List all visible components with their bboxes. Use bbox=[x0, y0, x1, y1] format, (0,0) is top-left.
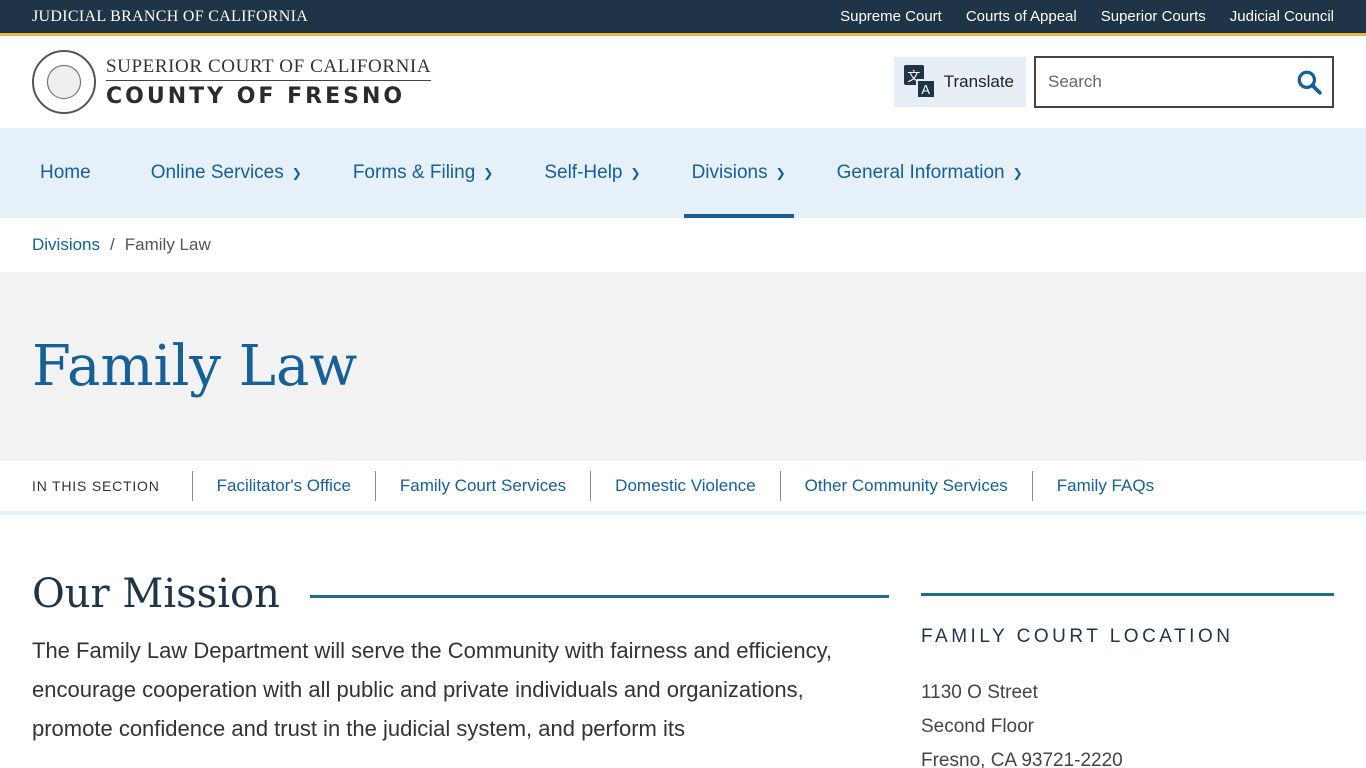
section-link-family-faqs[interactable]: Family FAQs bbox=[1031, 471, 1178, 501]
nav-label: Self-Help bbox=[544, 162, 623, 183]
chevron-down-icon: ❯ bbox=[1012, 166, 1023, 180]
sidebar-location: FAMILY COURT LOCATION 1130 O Street Seco… bbox=[921, 571, 1334, 768]
nav-home[interactable]: Home bbox=[32, 128, 99, 218]
address-line: 1130 O Street bbox=[921, 682, 1038, 703]
nav-divisions[interactable]: Divisions ❯ bbox=[683, 128, 794, 218]
address-line: Fresno, CA 93721-2220 bbox=[921, 750, 1123, 768]
location-heading: FAMILY COURT LOCATION bbox=[921, 626, 1234, 647]
nav-label: General Information bbox=[836, 162, 1005, 183]
section-nav: IN THIS SECTION Facilitator's Office Fam… bbox=[0, 461, 1366, 515]
nav-label: Home bbox=[40, 162, 91, 183]
top-links: Supreme Court Courts of Appeal Superior … bbox=[840, 8, 1334, 25]
section-link-other-community-services[interactable]: Other Community Services bbox=[779, 471, 1032, 501]
logo-text: SUPERIOR COURT OF CALIFORNIA COUNTY OF F… bbox=[106, 56, 432, 109]
translate-button[interactable]: 文A Translate bbox=[893, 57, 1026, 107]
translate-label: Translate bbox=[943, 72, 1014, 91]
logo-line-superior-court: SUPERIOR COURT OF CALIFORNIA bbox=[106, 56, 432, 81]
top-link-judicial-council[interactable]: Judicial Council bbox=[1230, 8, 1334, 25]
court-seal-icon bbox=[32, 50, 96, 114]
mission-heading: Our Mission bbox=[32, 571, 280, 617]
top-link-superior-courts[interactable]: Superior Courts bbox=[1101, 8, 1206, 25]
section-nav-label: IN THIS SECTION bbox=[32, 478, 160, 494]
top-bar: JUDICIAL BRANCH OF CALIFORNIA Supreme Co… bbox=[0, 0, 1366, 36]
search-box bbox=[1034, 56, 1334, 108]
breadcrumb: Divisions / Family Law bbox=[0, 218, 1366, 272]
location-address: 1130 O Street Second Floor Fresno, CA 93… bbox=[921, 676, 1334, 768]
nav-online-services[interactable]: Online Services ❯ bbox=[143, 128, 310, 218]
breadcrumb-current: Family Law bbox=[124, 235, 211, 254]
address-line: Second Floor bbox=[921, 716, 1035, 737]
court-logo[interactable]: SUPERIOR COURT OF CALIFORNIA COUNTY OF F… bbox=[32, 50, 432, 114]
breadcrumb-separator: / bbox=[110, 235, 115, 254]
search-input[interactable] bbox=[1036, 58, 1286, 106]
search-icon bbox=[1297, 70, 1322, 95]
mission-text: The Family Law Department will serve the… bbox=[32, 638, 833, 741]
header-tools: 文A Translate bbox=[893, 56, 1334, 108]
heading-divider bbox=[309, 594, 889, 598]
breadcrumb-divisions[interactable]: Divisions bbox=[32, 235, 100, 255]
sidebar-divider bbox=[921, 593, 1334, 596]
nav-label: Forms & Filing bbox=[352, 162, 476, 183]
translate-icon: 文A bbox=[903, 65, 936, 99]
page-content: Our Mission The Family Law Department wi… bbox=[0, 571, 1366, 768]
chevron-down-icon: ❯ bbox=[483, 166, 494, 180]
section-link-domestic-violence[interactable]: Domestic Violence bbox=[590, 471, 779, 501]
search-button[interactable] bbox=[1286, 58, 1332, 106]
section-link-facilitators-office[interactable]: Facilitator's Office bbox=[191, 471, 375, 501]
main-nav: Home Online Services ❯ Forms & Filing ❯ Se… bbox=[0, 128, 1366, 218]
nav-label: Divisions bbox=[691, 162, 768, 183]
nav-forms-filing[interactable]: Forms & Filing ❯ bbox=[345, 128, 502, 218]
page-title: Family Law bbox=[32, 334, 358, 399]
top-link-supreme-court[interactable]: Supreme Court bbox=[840, 8, 942, 25]
page-hero: Family Law bbox=[0, 272, 1366, 461]
judicial-branch-title: JUDICIAL BRANCH OF CALIFORNIA bbox=[32, 7, 309, 25]
mission-heading-row: Our Mission bbox=[32, 571, 889, 617]
chevron-down-icon: ❯ bbox=[630, 166, 641, 180]
top-link-courts-of-appeal[interactable]: Courts of Appeal bbox=[966, 8, 1077, 25]
chevron-down-icon: ❯ bbox=[775, 166, 786, 180]
nav-label: Online Services bbox=[150, 162, 284, 183]
site-header: SUPERIOR COURT OF CALIFORNIA COUNTY OF F… bbox=[0, 36, 1366, 128]
nav-general-information[interactable]: General Information ❯ bbox=[829, 128, 1031, 218]
nav-self-help[interactable]: Self-Help ❯ bbox=[536, 128, 648, 218]
main-column: Our Mission The Family Law Department wi… bbox=[32, 571, 889, 768]
logo-line-county: COUNTY OF FRESNO bbox=[106, 83, 406, 109]
section-link-family-court-services[interactable]: Family Court Services bbox=[374, 471, 590, 501]
chevron-down-icon: ❯ bbox=[291, 166, 302, 180]
